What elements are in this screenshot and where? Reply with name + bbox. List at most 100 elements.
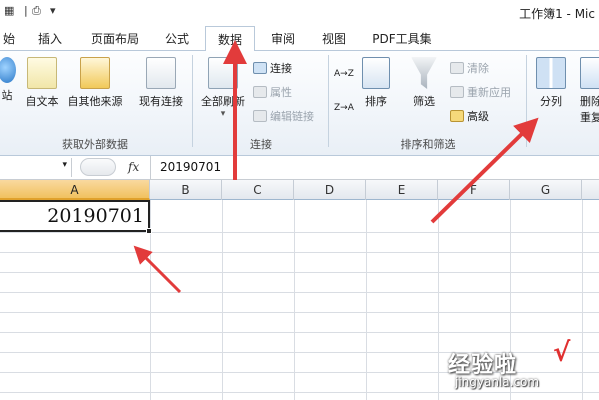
grid-line: [0, 252, 599, 253]
name-box[interactable]: ▾: [0, 158, 72, 177]
grid-line: [366, 200, 367, 400]
properties-button[interactable]: 属性: [253, 84, 292, 102]
grid-line: [0, 332, 599, 333]
connections-button[interactable]: 连接: [253, 60, 292, 78]
tab-view[interactable]: 视图: [312, 28, 356, 50]
name-box-dropdown-icon[interactable]: ▾: [62, 160, 67, 170]
column-header-c[interactable]: C: [222, 180, 294, 200]
fill-handle[interactable]: [146, 228, 152, 234]
filter-label: 筛选: [413, 95, 435, 108]
grid-line: [438, 200, 439, 400]
clear-filter-icon: [450, 62, 464, 74]
external-data-group-label: 获取外部数据: [62, 138, 128, 151]
tab-page-layout[interactable]: 页面布局: [82, 28, 148, 50]
from-text-button[interactable]: 自文本: [22, 57, 62, 109]
text-to-columns-icon: [536, 57, 566, 89]
sort-descending-button[interactable]: Z→A: [334, 99, 356, 117]
refresh-all-button[interactable]: 全部刷新 ▾: [196, 57, 250, 119]
funnel-icon: [411, 57, 437, 89]
cell-a1[interactable]: 20190701: [0, 200, 150, 232]
formula-bar-expand-handle[interactable]: [80, 158, 116, 176]
reapply-button[interactable]: 重新应用: [450, 84, 511, 102]
sort-descending-label: Z→A: [334, 103, 354, 113]
grid-line: [0, 312, 599, 313]
formula-divider: [150, 156, 151, 180]
reapply-icon: [450, 86, 464, 98]
grid-line: [0, 272, 599, 273]
formula-bar: ▾ fx 20190701: [0, 156, 599, 180]
column-header-b[interactable]: B: [150, 180, 222, 200]
from-web-button[interactable]: 站: [0, 57, 18, 103]
clear-label: 清除: [467, 62, 489, 75]
sort-ascending-button[interactable]: A→Z: [334, 65, 356, 83]
fx-icon[interactable]: fx: [128, 160, 139, 174]
remove-duplicates-icon: [580, 57, 599, 89]
from-other-sources-button[interactable]: 自其他来源: [62, 57, 128, 109]
title-bar: ▦ | ⎙ ▾ 工作簿1 - Mic: [0, 0, 599, 24]
remove-duplicates-button[interactable]: 删除 重复: [574, 57, 599, 125]
tab-formulas[interactable]: 公式: [155, 28, 199, 50]
remove-duplicates-label: 删除: [580, 95, 599, 108]
text-to-columns-button[interactable]: 分列: [532, 57, 570, 109]
group-separator: [192, 55, 193, 147]
ribbon-tabs: 始 插入 页面布局 公式 数据 审阅 视图 PDF工具集: [0, 24, 599, 52]
tab-insert[interactable]: 插入: [28, 28, 72, 50]
existing-connections-label: 现有连接: [139, 95, 183, 108]
sort-button[interactable]: 排序: [358, 57, 394, 109]
grid-line: [582, 200, 583, 400]
group-separator: [526, 55, 527, 147]
grid-line: [0, 292, 599, 293]
remove-duplicates-label-2: 重复: [580, 111, 599, 124]
column-header-d[interactable]: D: [294, 180, 366, 200]
column-header-e[interactable]: E: [366, 180, 438, 200]
existing-connections-button[interactable]: 现有连接: [134, 57, 188, 109]
watermark-check-icon: √: [553, 338, 571, 368]
reapply-label: 重新应用: [467, 86, 511, 99]
sort-icon: [362, 57, 390, 89]
watermark-url: jingyanla.com: [455, 375, 540, 389]
properties-icon: [253, 86, 267, 98]
sort-ascending-label: A→Z: [334, 69, 354, 79]
connections-label: 连接: [270, 62, 292, 75]
edit-links-label: 编辑链接: [270, 110, 314, 123]
column-header-g[interactable]: G: [510, 180, 582, 200]
formula-input[interactable]: 20190701: [160, 160, 221, 174]
clear-button[interactable]: 清除: [450, 60, 489, 78]
properties-label: 属性: [270, 86, 292, 99]
separator-icon: |: [24, 4, 28, 17]
from-text-label: 自文本: [25, 95, 59, 108]
column-header-a[interactable]: A: [0, 180, 150, 200]
globe-icon: [0, 57, 16, 83]
dropdown-arrow-icon[interactable]: ▾: [196, 109, 250, 119]
text-file-icon: [27, 57, 57, 89]
existing-connections-icon: [146, 57, 176, 89]
window-title: 工作簿1 - Mic: [519, 7, 595, 21]
from-web-label: 站: [1, 89, 13, 102]
connections-group-label: 连接: [250, 138, 272, 151]
refresh-all-label: 全部刷新: [201, 95, 245, 108]
link-icon: [253, 110, 267, 122]
column-header-f[interactable]: F: [438, 180, 510, 200]
excel-icon[interactable]: ▦: [4, 4, 14, 17]
group-separator: [328, 55, 329, 147]
tab-pdf-tools[interactable]: PDF工具集: [362, 28, 442, 50]
grid-line: [222, 200, 223, 400]
refresh-icon: [208, 57, 238, 89]
column-header-row: A B C D E F G: [0, 180, 599, 200]
customize-arrow-icon[interactable]: ▾: [50, 4, 56, 17]
tab-data[interactable]: 数据: [205, 26, 255, 52]
advanced-label: 高级: [467, 110, 489, 123]
print-icon[interactable]: ⎙: [32, 4, 41, 18]
advanced-button[interactable]: 高级: [450, 108, 489, 126]
grid-line: [294, 200, 295, 400]
filter-button[interactable]: 筛选: [404, 57, 444, 109]
text-to-columns-label: 分列: [540, 95, 562, 108]
tab-home[interactable]: 始: [0, 28, 18, 50]
tab-review[interactable]: 审阅: [262, 28, 304, 50]
grid-line: [0, 392, 599, 393]
database-icon: [80, 57, 110, 89]
ribbon: 站 自文本 自其他来源 现有连接 获取外部数据 全部刷新 ▾ 连接 属性 编辑链…: [0, 51, 599, 156]
grid-line: [0, 232, 599, 233]
from-other-sources-label: 自其他来源: [67, 95, 123, 108]
edit-links-button[interactable]: 编辑链接: [253, 108, 314, 126]
